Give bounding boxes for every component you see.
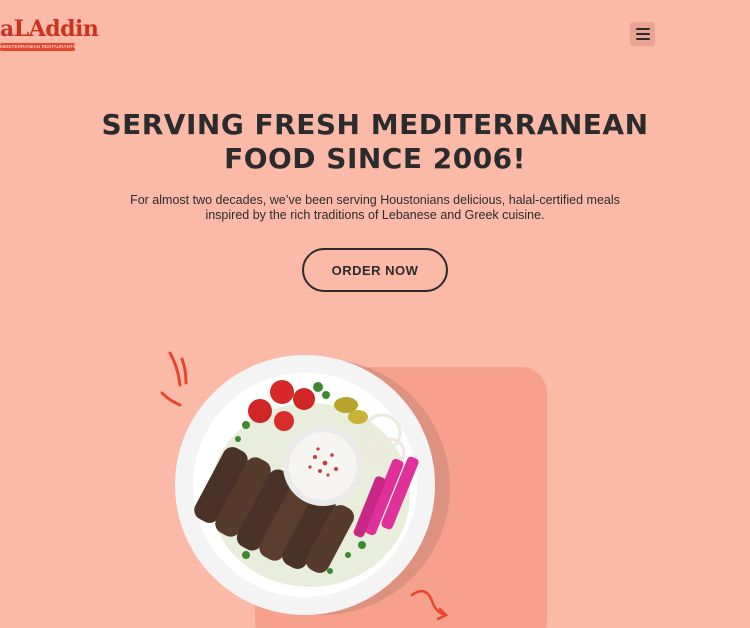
plate-illustration [160,351,450,621]
order-now-button[interactable]: ORDER NOW [302,248,448,292]
hero-subtitle: For almost two decades, we’ve been servi… [130,193,620,222]
menu-line [635,38,650,40]
brand-logo[interactable]: aLAddin MEDITERRANEAN RESTAURANTS [0,14,99,54]
hamburger-menu-icon[interactable] [630,22,655,46]
logo-tagline: MEDITERRANEAN RESTAURANTS [0,43,75,51]
menu-line [635,28,650,30]
logo-wordmark: aLAddin [0,16,99,42]
menu-line [635,33,650,35]
food-plate-image [150,345,480,628]
red-stroke-doodle-icon [160,351,188,407]
red-arrow-doodle-icon [410,589,449,621]
hero-title: SERVING FRESH MEDITERRANEAN FOOD SINCE 2… [101,108,649,175]
